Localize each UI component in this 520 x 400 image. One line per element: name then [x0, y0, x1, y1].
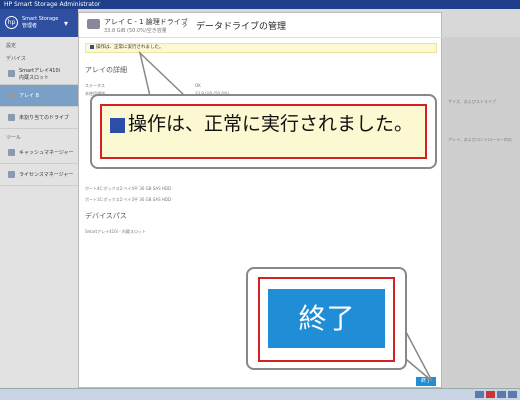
- dialog-header: アレイ C - 1 論理ドライブ 33.8 GiB (50.0%)空き容量 › …: [79, 13, 443, 38]
- sidebar-section-tools: ツール: [6, 135, 22, 141]
- finish-callout: 終了: [246, 267, 407, 370]
- info-square-icon: [90, 44, 94, 49]
- window-title: HP Smart Storage Administrator: [4, 1, 101, 8]
- sidebar-item-unassigned[interactable]: 未割り当てのドライブ: [0, 107, 78, 129]
- finish-button-enlarged[interactable]: 終了: [268, 289, 385, 348]
- hp-logo-icon: hp: [5, 16, 18, 29]
- tray-icon[interactable]: [508, 391, 517, 398]
- detail-value: OK: [195, 83, 201, 88]
- notice-callout: 操作は、正常に実行されました。: [90, 94, 437, 169]
- sidebar-item-label: アレイ B: [19, 93, 40, 99]
- chevron-down-icon[interactable]: ▾: [64, 19, 68, 28]
- tray-icon[interactable]: [475, 391, 484, 398]
- sidebar-item-label: キャッシュマネージャー: [19, 150, 74, 156]
- sidebar: 設定 デバイス Smartアレイ410i 内蔵スロット アレイ B 未割り当ての…: [0, 37, 78, 388]
- sidebar-item-license-manager[interactable]: ライセンスマネージャー: [0, 164, 78, 186]
- sidebar-item-label: 未割り当てのドライブ: [19, 115, 70, 121]
- brand-line2: 管理者: [22, 23, 38, 29]
- success-notice-text: 操作は、正常に実行されました。: [96, 45, 164, 50]
- sidebar-item-label: ライセンスマネージャー: [19, 172, 74, 178]
- sidebar-item-sub: 内蔵スロット: [19, 74, 50, 81]
- sidebar-item-controller[interactable]: Smartアレイ410i 内蔵スロット: [0, 63, 78, 85]
- right-panel-text: アレイ、およびコントローラー内の: [448, 137, 512, 142]
- tray-icon[interactable]: [497, 391, 506, 398]
- section-title-device-paths: デバイスパス: [85, 212, 127, 220]
- logical-drive-icon: [87, 19, 100, 29]
- sidebar-section-devices: デバイス: [6, 56, 26, 62]
- license-icon: [8, 171, 15, 178]
- dialog-array-title: アレイ C - 1 論理ドライブ: [104, 18, 188, 26]
- app-header: hp Smart Storage 管理者 ▾: [0, 9, 78, 37]
- info-square-icon: [110, 118, 125, 133]
- notice-callout-text: 操作は、正常に実行されました。: [128, 113, 414, 135]
- finish-callout-highlight: 終了: [258, 277, 395, 362]
- sidebar-item-label: Smartアレイ410i: [19, 67, 61, 74]
- drive-row: ポート4C:ボックス2:ベイ4平 36 GB SAS HDD: [85, 186, 172, 191]
- device-path-value: Smartアレイ410i - 内蔵スロット: [85, 229, 146, 234]
- controller-icon: [8, 70, 15, 77]
- sidebar-item-array-b[interactable]: アレイ B: [0, 85, 78, 107]
- finish-button[interactable]: 終了: [416, 377, 436, 386]
- dialog-page-title: データドライブの管理: [196, 22, 287, 32]
- system-tray: [475, 391, 517, 398]
- sidebar-item-cache-manager[interactable]: キャッシュマネージャー: [0, 142, 78, 164]
- sidebar-section-settings: 設定: [6, 43, 17, 49]
- brand-line1: Smart Storage: [22, 16, 59, 22]
- drive-icon: [8, 114, 15, 121]
- dialog-array-free-space: 33.8 GiB (50.0%)空き容量: [104, 28, 167, 34]
- right-panel-text: サイズ、およびストライプ: [448, 99, 496, 104]
- tray-alert-icon[interactable]: [486, 391, 495, 398]
- drive-row: ポート1C:ボックス2:ベイ3平 36 GB SAS HDD: [85, 197, 172, 202]
- brand-label: Smart Storage 管理者: [22, 16, 58, 30]
- chevron-right-icon: ›: [182, 15, 188, 33]
- cache-icon: [8, 149, 15, 156]
- success-notice: 操作は、正常に実行されました。: [85, 43, 437, 53]
- right-panel: サイズ、およびストライプ アレイ、およびコントローラー内の: [442, 37, 520, 388]
- section-title-array-details: アレイの詳細: [85, 66, 127, 74]
- window-title-bar: HP Smart Storage Administrator: [0, 0, 520, 9]
- detail-key: ステータス: [85, 83, 105, 88]
- taskbar: [0, 388, 520, 400]
- array-icon: [8, 92, 15, 99]
